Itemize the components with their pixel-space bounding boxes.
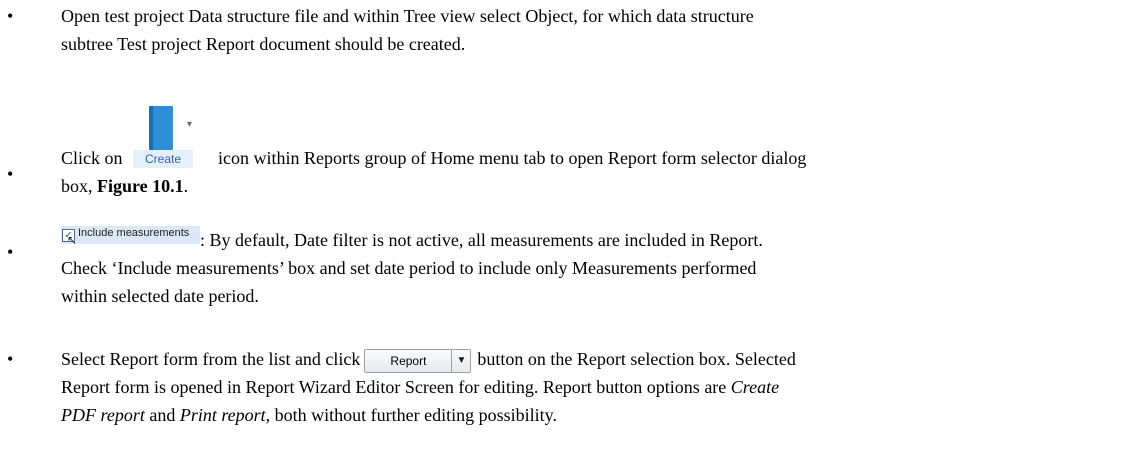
option-name: Print report bbox=[179, 405, 266, 425]
list-item-text: ✓ ↖ Include measurements: By default, Date… bbox=[61, 226, 1111, 310]
instruction-text: Click on bbox=[61, 148, 127, 168]
list-item-text: Open test project Data structure file an… bbox=[61, 2, 1111, 58]
option-name: Create bbox=[730, 377, 780, 397]
text-line: Open test project Data structure file an… bbox=[61, 6, 754, 26]
text-line: Click on ▾ Create icon within Reports grou… bbox=[61, 106, 1111, 172]
list-item-text: Click on ▾ Create icon within Reports grou… bbox=[61, 106, 1111, 200]
text-line: within selected date period. bbox=[61, 286, 259, 306]
text-line: Select Report form from the list and cli… bbox=[61, 345, 1111, 373]
bullet-marker: • bbox=[7, 6, 14, 26]
figure-reference: Figure 10.1 bbox=[97, 176, 184, 196]
mouse-cursor-icon: ↖ bbox=[67, 233, 78, 247]
dropdown-arrow-icon: ▾ bbox=[187, 119, 193, 130]
book-icon bbox=[149, 106, 173, 150]
document-page: • Open test project Data structure file … bbox=[0, 0, 1125, 457]
instruction-text: icon within Reports group of Home menu t… bbox=[218, 148, 807, 168]
include-measurements-checkbox[interactable]: ✓ ↖ Include measurements bbox=[61, 226, 200, 247]
checkbox-label: Include measurements bbox=[78, 227, 190, 239]
option-name: PDF report bbox=[61, 405, 145, 425]
list-item-text: Select Report form from the list and cli… bbox=[61, 345, 1111, 429]
bullet-marker: • bbox=[7, 349, 14, 369]
text-line: subtree Test project Report document sho… bbox=[61, 34, 466, 54]
text-line: box, Figure 10.1. bbox=[61, 176, 189, 196]
dropdown-arrow-icon[interactable]: ▼ bbox=[452, 350, 470, 372]
report-button-label[interactable]: Report bbox=[365, 349, 453, 372]
text-line: ✓ ↖ Include measurements: By default, Date… bbox=[61, 226, 1111, 254]
create-report-button[interactable]: ▾ Create bbox=[127, 106, 204, 172]
bullet-marker: • bbox=[7, 242, 14, 262]
text-line: Report form is opened in Report Wizard E… bbox=[61, 377, 780, 397]
report-split-button[interactable]: Report ▼ bbox=[364, 348, 472, 373]
bullet-marker: • bbox=[7, 164, 14, 184]
create-button-label: Create bbox=[133, 150, 193, 168]
text-line: Check ‘Include measurements’ box and set… bbox=[61, 258, 757, 278]
text-line: PDF report and Print report, both withou… bbox=[61, 405, 557, 425]
